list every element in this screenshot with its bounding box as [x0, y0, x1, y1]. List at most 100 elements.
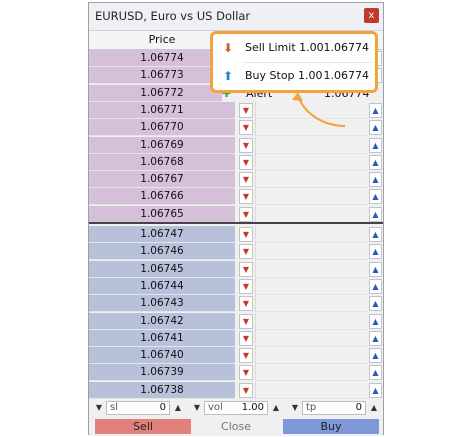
sell-order-button[interactable]: ▼ — [239, 313, 253, 329]
buy-order-button[interactable]: ▲ — [369, 296, 382, 312]
ask-price-cell: 1.06765 — [89, 205, 235, 223]
volume-cell[interactable] — [255, 136, 368, 154]
sell-limit-menu-item[interactable]: ⬇ Sell Limit 1.00 1.06774 — [219, 36, 369, 60]
sell-order-button[interactable]: ▼ — [239, 206, 253, 222]
volume-cell[interactable] — [255, 188, 368, 206]
buy-order-button[interactable]: ▲ — [369, 172, 382, 188]
bid-price-cell: 1.06738 — [89, 381, 235, 399]
bid-price-cell: 1.06746 — [89, 243, 235, 261]
buy-order-button[interactable]: ▲ — [369, 102, 382, 118]
window-title: EURUSD, Euro vs US Dollar — [95, 9, 251, 23]
buy-order-button[interactable]: ▲ — [369, 120, 382, 136]
sell-button[interactable]: Sell — [95, 419, 191, 434]
volume-cell[interactable] — [255, 243, 368, 261]
volume-cell[interactable] — [255, 226, 368, 243]
sell-order-button[interactable]: ▼ — [239, 348, 253, 364]
sell-order-button[interactable]: ▼ — [239, 278, 253, 294]
volume-cell[interactable] — [255, 153, 368, 171]
sell-limit-icon: ⬇ — [222, 41, 234, 55]
sl-field[interactable]: sl 0 — [106, 401, 170, 415]
buy-button[interactable]: Buy — [283, 419, 379, 434]
buy-order-button[interactable]: ▲ — [369, 137, 382, 153]
buy-order-button[interactable]: ▲ — [369, 206, 382, 222]
sell-order-button[interactable]: ▼ — [239, 154, 253, 170]
order-controls: ▼ sl 0 ▲ ▼ vol 1.00 ▲ ▼ tp 0 ▲ Sell Clos… — [89, 399, 383, 436]
ask-price-row: 1.06768 ▼ ▲ — [89, 153, 383, 171]
buy-stop-menu-item[interactable]: ⬆ Buy Stop 1.00 1.06774 — [219, 64, 369, 88]
buy-order-button[interactable]: ▲ — [369, 154, 382, 170]
bid-price-row: 1.06747 ▼ ▲ — [89, 226, 383, 243]
volume-cell[interactable] — [255, 347, 368, 365]
buy-order-button[interactable]: ▲ — [369, 244, 382, 260]
bid-price-row: 1.06741 ▼ ▲ — [89, 329, 383, 347]
buy-order-button[interactable]: ▲ — [369, 278, 382, 294]
volume-cell[interactable] — [255, 295, 368, 313]
sl-value[interactable]: 0 — [160, 402, 166, 414]
sell-order-button[interactable]: ▼ — [239, 382, 253, 398]
sell-order-button[interactable]: ▼ — [239, 172, 253, 188]
volume-cell[interactable] — [255, 260, 368, 278]
sell-order-button[interactable]: ▼ — [239, 296, 253, 312]
bid-price-cell: 1.06743 — [89, 295, 235, 313]
buy-order-button[interactable]: ▲ — [369, 313, 382, 329]
bid-price-row: 1.06739 ▼ ▲ — [89, 364, 383, 382]
vol-increase-button[interactable]: ▲ — [270, 401, 282, 415]
ask-price-cell: 1.06767 — [89, 171, 235, 189]
volume-cell[interactable] — [255, 277, 368, 295]
buy-order-button[interactable]: ▲ — [369, 227, 382, 242]
spread-divider — [89, 222, 383, 224]
ask-price-row: 1.06769 ▼ ▲ — [89, 136, 383, 154]
bid-price-row: 1.06740 ▼ ▲ — [89, 347, 383, 365]
sell-order-button[interactable]: ▼ — [239, 137, 253, 153]
vol-label: vol — [208, 402, 223, 413]
vol-value[interactable]: 1.00 — [242, 402, 264, 414]
volume-cell[interactable] — [255, 381, 368, 399]
bid-price-row: 1.06744 ▼ ▲ — [89, 277, 383, 295]
buy-order-button[interactable]: ▲ — [369, 189, 382, 205]
vol-field[interactable]: vol 1.00 — [204, 401, 268, 415]
sell-order-button[interactable]: ▼ — [239, 365, 253, 381]
close-window-button[interactable]: x — [364, 8, 379, 23]
bid-price-cell: 1.06740 — [89, 347, 235, 365]
buy-order-button[interactable]: ▲ — [369, 261, 382, 277]
tp-label: tp — [306, 402, 317, 413]
bid-price-row: 1.06738 ▼ ▲ — [89, 381, 383, 399]
title-bar: EURUSD, Euro vs US Dollar x — [89, 3, 383, 31]
sell-order-button[interactable]: ▼ — [239, 330, 253, 346]
volume-cell[interactable] — [255, 205, 368, 223]
sl-increase-button[interactable]: ▲ — [172, 401, 184, 415]
volume-cell[interactable] — [255, 329, 368, 347]
volume-cell[interactable] — [255, 312, 368, 330]
buy-order-button[interactable]: ▲ — [369, 348, 382, 364]
sell-order-button[interactable]: ▼ — [239, 227, 253, 242]
volume-cell[interactable] — [255, 171, 368, 189]
sell-limit-label: Sell Limit 1.00 — [245, 41, 324, 54]
order-context-menu: ⬇ Sell Limit 1.00 1.06774 ⬆ Buy Stop 1.0… — [210, 31, 378, 93]
bid-price-cell: 1.06739 — [89, 364, 235, 382]
close-button[interactable]: Close — [193, 419, 279, 434]
sell-order-button[interactable]: ▼ — [239, 120, 253, 136]
buy-order-button[interactable]: ▲ — [369, 365, 382, 381]
sell-order-button[interactable]: ▼ — [239, 261, 253, 277]
sell-order-button[interactable]: ▼ — [239, 102, 253, 118]
tp-decrease-button[interactable]: ▼ — [289, 401, 301, 415]
volume-cell[interactable] — [255, 364, 368, 382]
tp-value[interactable]: 0 — [356, 402, 362, 414]
bid-price-cell: 1.06744 — [89, 277, 235, 295]
sell-order-button[interactable]: ▼ — [239, 244, 253, 260]
sell-order-button[interactable]: ▼ — [239, 189, 253, 205]
ask-price-cell: 1.06768 — [89, 153, 235, 171]
tp-field[interactable]: tp 0 — [302, 401, 366, 415]
ask-price-cell: 1.06770 — [89, 119, 235, 137]
vol-decrease-button[interactable]: ▼ — [191, 401, 203, 415]
bid-price-cell: 1.06741 — [89, 329, 235, 347]
bid-price-row: 1.06746 ▼ ▲ — [89, 243, 383, 261]
buy-stop-price: 1.06774 — [323, 69, 370, 82]
buy-order-button[interactable]: ▲ — [369, 382, 382, 398]
buy-stop-icon: ⬆ — [222, 69, 234, 83]
buy-order-button[interactable]: ▲ — [369, 330, 382, 346]
bid-price-cell: 1.06747 — [89, 226, 235, 243]
ask-price-row: 1.06766 ▼ ▲ — [89, 188, 383, 206]
sl-decrease-button[interactable]: ▼ — [93, 401, 105, 415]
tp-increase-button[interactable]: ▲ — [368, 401, 380, 415]
